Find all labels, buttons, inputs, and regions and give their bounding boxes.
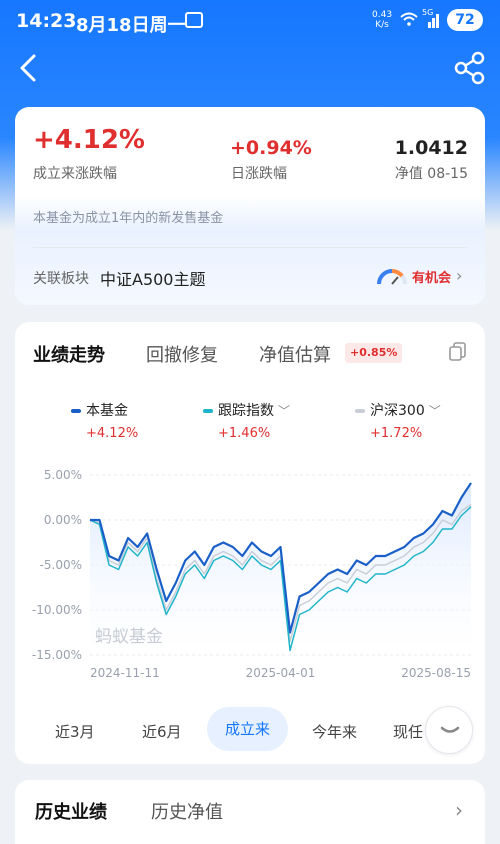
y-tick-label: -15.00% bbox=[32, 648, 82, 662]
chart-tabs: 业绩走势 回撤修复 净值估算 +0.85% bbox=[15, 322, 485, 384]
estimate-badge: +0.85% bbox=[345, 343, 403, 363]
y-tick-label: -5.00% bbox=[40, 558, 82, 572]
x-tick-label: 2024-11-11 bbox=[90, 666, 160, 680]
tab-history-nav[interactable]: 历史净值 bbox=[151, 798, 223, 824]
legend-value: +4.12% bbox=[86, 426, 139, 441]
watermark: 蚂蚁基金 bbox=[95, 627, 163, 647]
range-current-manager[interactable]: 现任 bbox=[393, 721, 423, 742]
performance-line-chart[interactable]: 5.00% 0.00% -5.00% -10.00% -15.00% 2024-11-11… bbox=[15, 457, 485, 693]
wifi-icon bbox=[400, 12, 418, 30]
expand-ranges-button[interactable] bbox=[425, 706, 473, 754]
network-type: 5G bbox=[422, 8, 434, 17]
range-since-inception[interactable]: 成立来 bbox=[207, 707, 289, 751]
tab-drawdown[interactable]: 回撤修复 bbox=[146, 341, 218, 367]
legend-name: 沪深300 bbox=[370, 403, 425, 419]
y-tick-label: 5.00% bbox=[44, 468, 82, 482]
signal-icon: 5G bbox=[422, 8, 440, 28]
legend-value: +1.46% bbox=[218, 426, 271, 441]
tab-performance[interactable]: 业绩走势 bbox=[33, 341, 105, 367]
tab-estimate[interactable]: 净值估算 bbox=[259, 341, 331, 367]
since-inception-label: 成立来涨跌幅 bbox=[33, 166, 117, 182]
legend-item-fund[interactable]: 本基金 +4.12% bbox=[71, 400, 138, 441]
network-speed-unit: K/s bbox=[375, 20, 389, 30]
back-button[interactable] bbox=[12, 50, 48, 86]
new-fund-tip: 本基金为成立1年内的新发售基金 bbox=[33, 211, 224, 226]
nav-label: 净值 08-15 bbox=[394, 166, 468, 182]
daily-return: +0.94% bbox=[230, 137, 312, 159]
status-date: 8月18日周一 bbox=[76, 15, 186, 36]
divider bbox=[33, 247, 467, 248]
y-tick-label: -10.00% bbox=[32, 603, 82, 617]
nav-value: 1.0412 bbox=[394, 137, 468, 159]
screen-record-icon bbox=[185, 12, 203, 28]
legend-swatch bbox=[71, 409, 81, 413]
opportunity-tag[interactable]: 有机会 bbox=[412, 267, 451, 286]
range-selector: 近3月 近6月 成立来 今年来 现任 bbox=[15, 704, 485, 754]
legend-name: 本基金 bbox=[86, 403, 128, 419]
nav-bar bbox=[0, 44, 500, 94]
battery-indicator: 72 bbox=[447, 9, 483, 31]
history-card: 历史业绩 历史净值 › bbox=[15, 780, 485, 844]
legend-item-index[interactable]: 跟踪指数 ﹀ +1.46% bbox=[203, 400, 290, 441]
range-ytd[interactable]: 今年来 bbox=[312, 721, 357, 742]
daily-return-label: 日涨跌幅 bbox=[231, 166, 287, 182]
chevron-right-icon[interactable]: › bbox=[456, 266, 462, 285]
gauge-icon bbox=[377, 269, 407, 285]
chevron-down-icon: ﹀ bbox=[278, 404, 291, 418]
range-3m[interactable]: 近3月 bbox=[55, 721, 95, 742]
chevron-down-icon bbox=[440, 726, 460, 733]
legend-swatch bbox=[203, 409, 213, 413]
legend-name: 跟踪指数 bbox=[218, 403, 274, 419]
tab-history-performance[interactable]: 历史业绩 bbox=[35, 798, 107, 824]
sector-label: 关联板块 bbox=[33, 271, 89, 287]
range-6m[interactable]: 近6月 bbox=[142, 721, 182, 742]
chevron-down-icon: ﹀ bbox=[428, 404, 441, 418]
performance-chart-card: 业绩走势 回撤修复 净值估算 +0.85% 本基金 +4.12% 跟踪指数 ﹀ +… bbox=[15, 322, 485, 764]
network-speed: 0.43 K/s bbox=[372, 10, 392, 30]
sector-value[interactable]: 中证A500主题 bbox=[100, 266, 206, 290]
chevron-right-icon[interactable]: › bbox=[455, 798, 463, 822]
y-tick-label: 0.00% bbox=[44, 513, 82, 527]
share-button[interactable] bbox=[452, 50, 488, 86]
legend-swatch bbox=[355, 409, 365, 413]
status-time: 14:23 bbox=[16, 10, 77, 32]
x-tick-label: 2025-08-15 bbox=[401, 666, 471, 680]
legend-item-benchmark[interactable]: 沪深300 ﹀ +1.72% bbox=[355, 400, 441, 441]
fund-summary-card: +4.12% 成立来涨跌幅 +0.94% 日涨跌幅 1.0412 净值 08-1… bbox=[15, 107, 485, 305]
network-speed-value: 0.43 bbox=[372, 10, 393, 20]
status-bar: 14:23 8月18日周一 0.43 K/s 5G 72 bbox=[0, 0, 500, 44]
x-tick-label: 2025-04-01 bbox=[246, 666, 316, 680]
copy-icon[interactable] bbox=[447, 340, 469, 362]
legend-value: +1.72% bbox=[370, 426, 423, 441]
since-inception-return: +4.12% bbox=[33, 125, 145, 155]
share-icon bbox=[454, 51, 485, 85]
chevron-left-icon bbox=[20, 54, 36, 82]
